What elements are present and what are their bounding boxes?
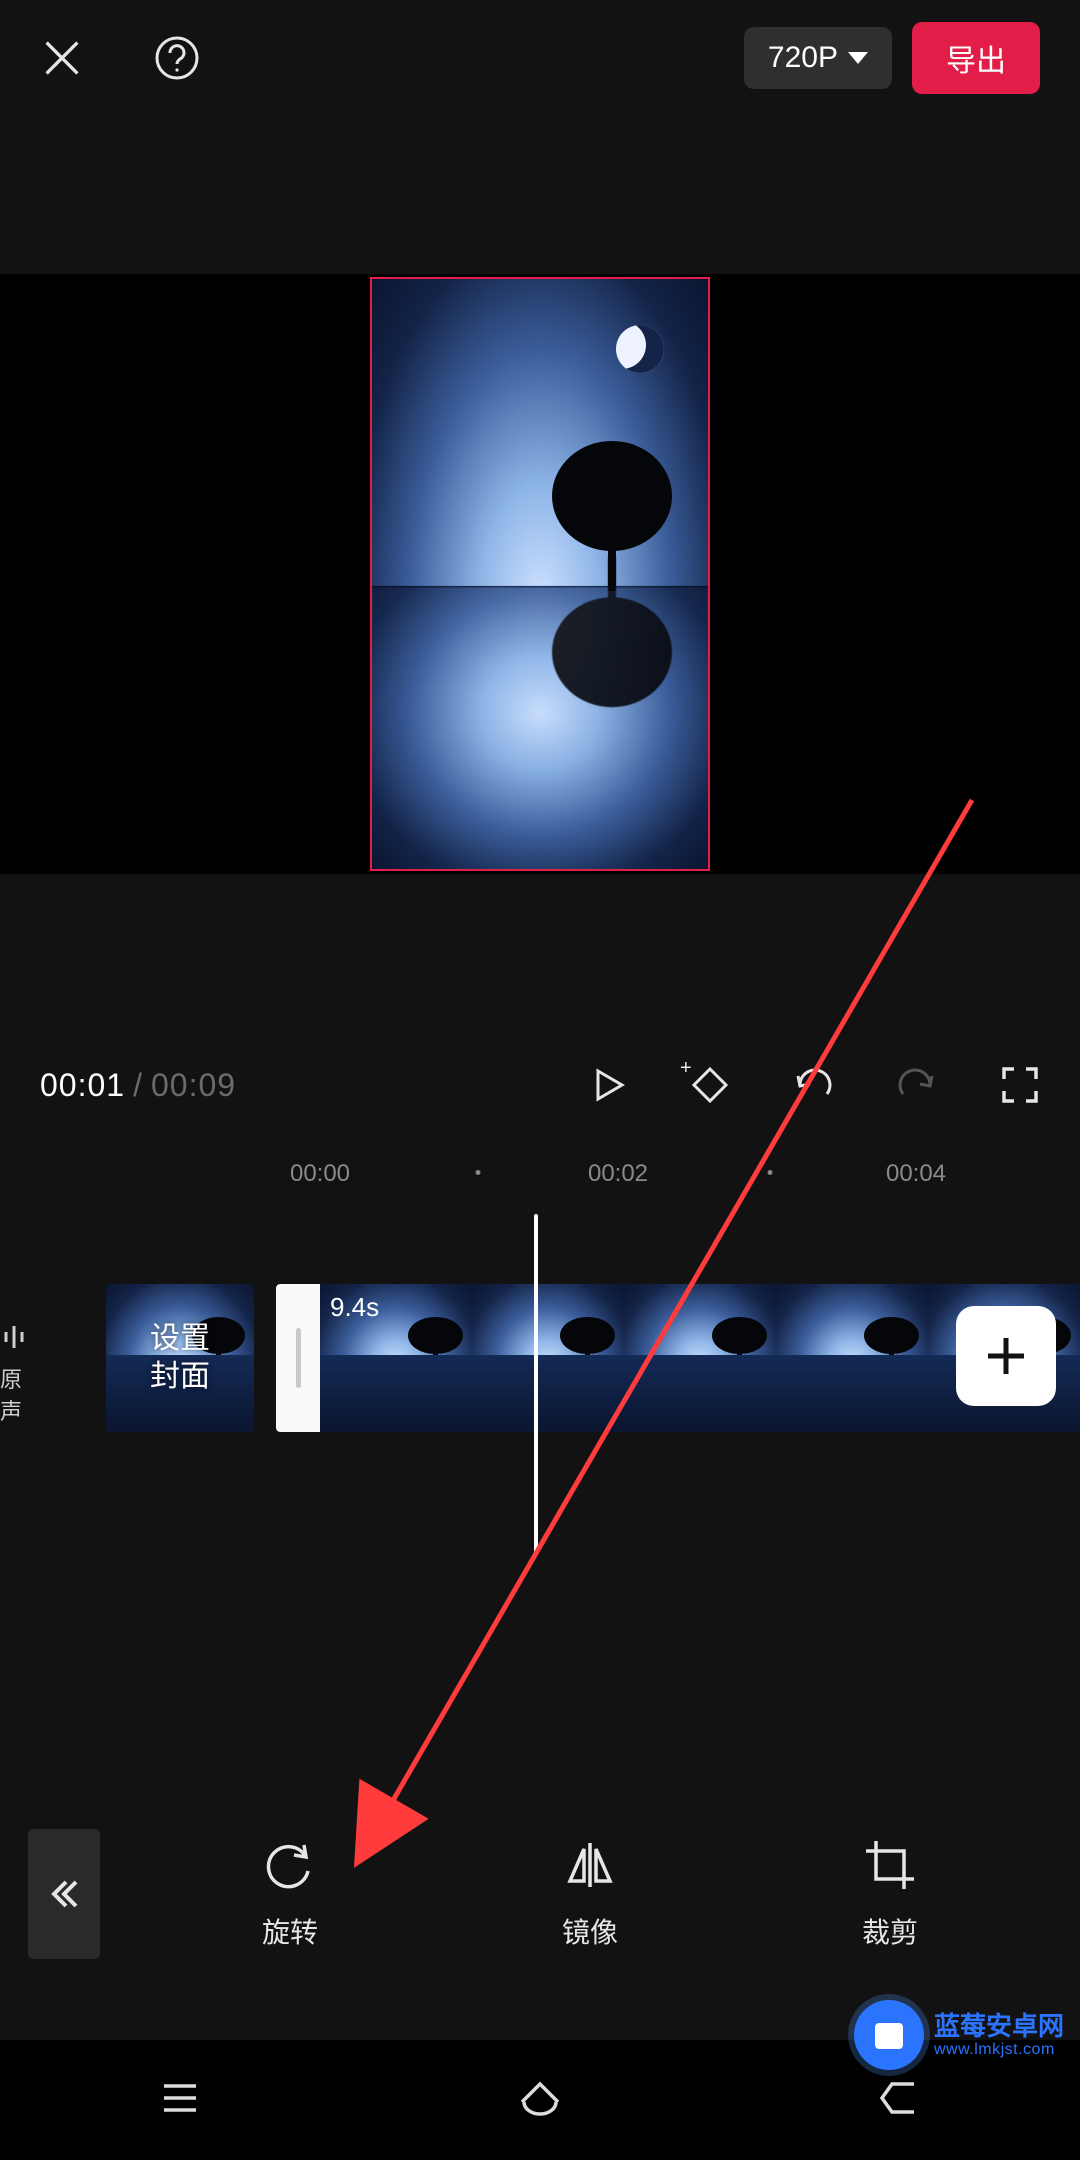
back-icon <box>874 2072 926 2124</box>
rotate-icon <box>262 1837 318 1893</box>
plus-icon: + <box>680 1057 692 1080</box>
chevron-double-left-icon <box>46 1876 82 1912</box>
nav-back-button[interactable] <box>874 2072 926 2129</box>
play-button[interactable] <box>588 1065 628 1105</box>
preview-area[interactable] <box>0 274 1080 874</box>
cover-label: 设置封面 <box>150 1320 210 1396</box>
rotate-tool[interactable]: 旋转 <box>262 1837 318 1951</box>
fullscreen-icon <box>1000 1065 1040 1105</box>
ruler-tick: 00:02 <box>588 1160 648 1188</box>
audio-label: 原声 <box>0 1362 28 1426</box>
watermark-title: 蓝莓安卓网 <box>934 2012 1064 2041</box>
rotate-label: 旋转 <box>262 1911 318 1951</box>
menu-icon <box>154 2072 206 2124</box>
set-cover-button[interactable]: 设置封面 <box>106 1284 254 1432</box>
audio-icon <box>2 1322 26 1352</box>
fullscreen-button[interactable] <box>1000 1065 1040 1105</box>
clip-trim-handle-left[interactable] <box>276 1284 320 1432</box>
preview-frame <box>370 277 710 871</box>
mirror-label: 镜像 <box>562 1911 618 1951</box>
clip-thumbnail <box>472 1284 624 1432</box>
undo-icon <box>792 1064 834 1106</box>
ruler-tick: 00:04 <box>886 1160 946 1188</box>
crop-tool[interactable]: 裁剪 <box>862 1837 918 1951</box>
mirror-tool[interactable]: 镜像 <box>562 1837 618 1951</box>
nav-recent-button[interactable] <box>154 2072 206 2129</box>
close-icon <box>40 36 84 80</box>
export-button[interactable]: 导出 <box>912 22 1040 94</box>
watermark-logo-icon <box>854 2000 924 2070</box>
play-icon <box>588 1065 628 1105</box>
clip-thumbnail <box>776 1284 928 1432</box>
current-time: 00:01 <box>40 1067 125 1103</box>
keyframe-button[interactable]: + <box>690 1065 730 1105</box>
audio-toggle[interactable]: 原声 <box>0 1322 28 1426</box>
redo-icon <box>896 1064 938 1106</box>
ruler-dot <box>768 1170 773 1175</box>
undo-button[interactable] <box>792 1064 834 1106</box>
add-clip-button[interactable] <box>956 1306 1056 1406</box>
total-duration: 00:09 <box>151 1067 236 1103</box>
crop-label: 裁剪 <box>862 1911 918 1951</box>
home-icon <box>514 2072 566 2124</box>
watermark-url: www.lmkjst.com <box>934 2041 1064 2059</box>
timecode: 00:01/00:09 <box>40 1067 236 1104</box>
ruler-dot <box>476 1170 481 1175</box>
collapse-tools-button[interactable] <box>28 1829 100 1959</box>
close-button[interactable] <box>40 36 84 80</box>
playhead[interactable] <box>534 1214 538 1554</box>
nav-home-button[interactable] <box>514 2072 566 2129</box>
help-icon <box>154 35 200 81</box>
export-label: 导出 <box>946 45 1006 78</box>
help-button[interactable] <box>154 35 200 81</box>
crop-icon <box>862 1837 918 1893</box>
ruler-tick: 00:00 <box>290 1160 350 1188</box>
watermark: 蓝莓安卓网 www.lmkjst.com <box>854 2000 1064 2070</box>
redo-button[interactable] <box>896 1064 938 1106</box>
mirror-icon <box>562 1837 618 1893</box>
clip-duration: 9.4s <box>330 1292 379 1323</box>
resolution-label: 720P <box>768 41 838 75</box>
keyframe-icon <box>690 1065 730 1105</box>
timeline[interactable]: 原声 设置封面 9.4s <box>0 1214 1080 1574</box>
timeline-ruler[interactable]: 00:00 00:02 00:04 <box>0 1160 1080 1200</box>
resolution-select[interactable]: 720P <box>744 27 892 89</box>
plus-icon <box>980 1330 1032 1382</box>
chevron-down-icon <box>848 52 868 64</box>
clip-thumbnail <box>624 1284 776 1432</box>
